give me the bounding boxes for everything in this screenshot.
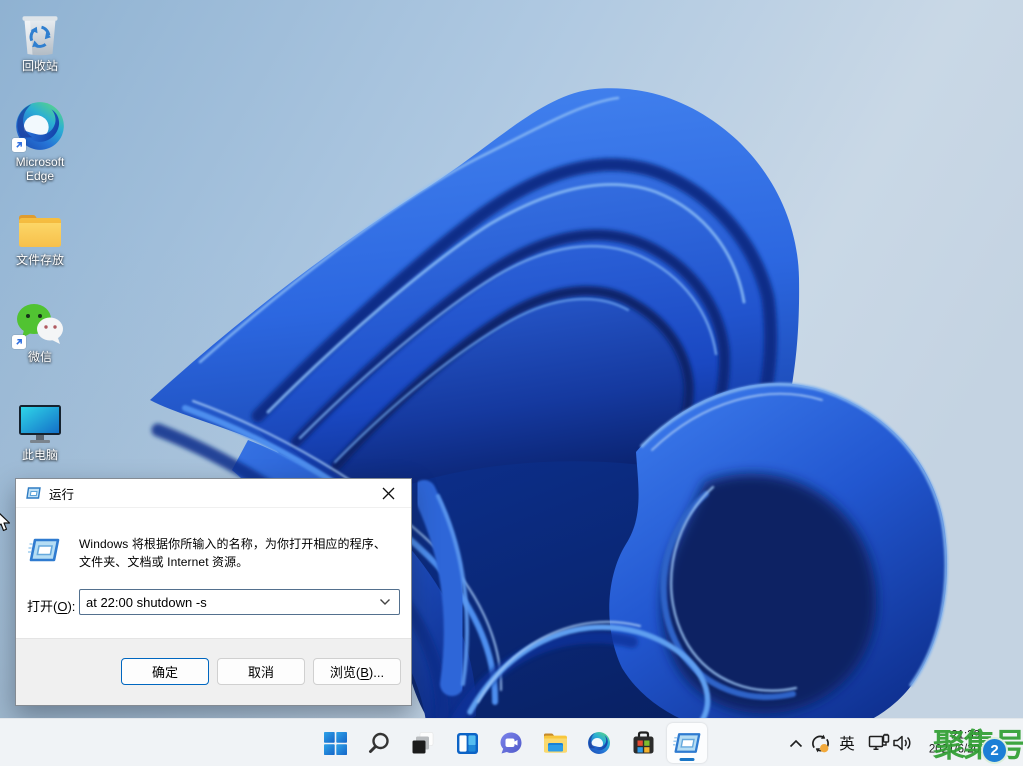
- run-app-icon: [673, 733, 701, 753]
- task-view-button[interactable]: [403, 723, 443, 763]
- file-explorer-icon: [543, 733, 567, 753]
- watermark-badge: 2: [981, 737, 1008, 764]
- search-icon: [369, 732, 389, 753]
- cancel-button[interactable]: 取消: [217, 658, 305, 685]
- combobox-dropdown-icon[interactable]: [379, 598, 391, 606]
- ok-button[interactable]: 确定: [121, 658, 209, 685]
- start-icon: [323, 731, 347, 755]
- edge-icon: [588, 732, 610, 754]
- run-dialog-description: Windows 将根据你所输入的名称，为你打开相应的程序、 文件夹、文档或 In…: [79, 535, 386, 571]
- network-icon: [868, 733, 890, 750]
- sync-icon: [811, 734, 829, 752]
- run-dialog-title: 运行: [49, 487, 75, 502]
- browse-button-label: 浏览(B)...: [329, 665, 385, 680]
- volume-icon: [892, 735, 911, 751]
- desktop-icon-label: 回收站: [21, 59, 58, 73]
- open-label: 打开(O):: [27, 596, 75, 615]
- watermark-text: 聚集号: [933, 727, 1023, 763]
- open-label-accelerator: O: [57, 599, 68, 614]
- store-button[interactable]: [623, 723, 663, 763]
- folder-icon: [17, 200, 63, 250]
- cancel-button-label: 取消: [247, 665, 274, 680]
- taskbar-center-icons: [315, 723, 707, 763]
- desktop-screen: 回收站 Microsoft Edge 文件存放 微信 此电脑 运行 Window…: [0, 0, 1023, 766]
- file-explorer-button[interactable]: [535, 723, 575, 763]
- store-icon: [633, 731, 653, 754]
- run-icon: [27, 538, 60, 565]
- run-dialog: 运行 Windows 将根据你所输入的名称，为你打开相应的程序、 文件夹、文档或…: [15, 478, 412, 706]
- ok-button-label: 确定: [151, 665, 178, 680]
- desktop-icon-this-pc[interactable]: 此电脑: [0, 395, 80, 462]
- taskbar: 英 21:39 2021/6/20: [0, 718, 1023, 766]
- desktop-icon-wechat[interactable]: 微信: [0, 297, 80, 364]
- active-app-indicator: [679, 757, 695, 761]
- task-view-icon: [412, 732, 434, 754]
- close-icon[interactable]: [373, 481, 403, 505]
- chevron-up-icon: [789, 739, 803, 747]
- desktop-icon-label: 微信: [27, 350, 52, 364]
- run-dialog-titlebar-icon: [26, 487, 41, 499]
- this-pc-icon: [17, 395, 63, 445]
- desktop-icon-label: Microsoft Edge: [15, 155, 65, 183]
- ime-indicator[interactable]: 英: [832, 723, 862, 763]
- chat-button[interactable]: [491, 723, 531, 763]
- start-button[interactable]: [315, 723, 355, 763]
- description-line-2: 文件夹、文档或 Internet 资源。: [79, 555, 249, 569]
- open-label-post: ):: [67, 599, 76, 614]
- edge-button[interactable]: [579, 723, 619, 763]
- edge-desktop-icon: [12, 98, 66, 152]
- run-app-button[interactable]: [667, 723, 707, 763]
- shortcut-arrow-icon: [12, 335, 26, 349]
- tray-volume-button[interactable]: [889, 723, 915, 763]
- search-button[interactable]: [359, 723, 399, 763]
- chat-icon: [500, 732, 522, 754]
- browse-button[interactable]: 浏览(B)...: [313, 658, 401, 685]
- run-command-combobox[interactable]: at 22:00 shutdown -s: [79, 589, 400, 615]
- wechat-icon: [12, 297, 66, 349]
- recycle-bin-icon: [20, 6, 60, 56]
- watermark: 聚集号 2: [930, 716, 1023, 766]
- desktop-icon-recycle-bin[interactable]: 回收站: [0, 6, 80, 73]
- tray-show-hidden-button[interactable]: [784, 723, 808, 763]
- run-dialog-footer: 确定 取消 浏览(B)...: [16, 638, 411, 705]
- tray-sync-button[interactable]: [807, 723, 833, 763]
- run-command-input-value[interactable]: at 22:00 shutdown -s: [86, 595, 379, 610]
- shortcut-arrow-icon: [12, 138, 26, 152]
- description-line-1: Windows 将根据你所输入的名称，为你打开相应的程序、: [79, 537, 386, 551]
- widgets-button[interactable]: [447, 723, 487, 763]
- run-dialog-titlebar[interactable]: 运行: [16, 479, 411, 507]
- desktop-icon-file-folder[interactable]: 文件存放: [0, 200, 80, 267]
- desktop-icon-label: 此电脑: [21, 448, 58, 462]
- run-dialog-body: Windows 将根据你所输入的名称，为你打开相应的程序、 文件夹、文档或 In…: [16, 507, 411, 639]
- desktop-icon-microsoft-edge[interactable]: Microsoft Edge: [0, 98, 80, 183]
- mouse-cursor: [0, 511, 13, 538]
- widgets-icon: [456, 732, 478, 754]
- open-label-pre: 打开(: [27, 599, 58, 614]
- desktop-icon-label: 文件存放: [15, 253, 64, 267]
